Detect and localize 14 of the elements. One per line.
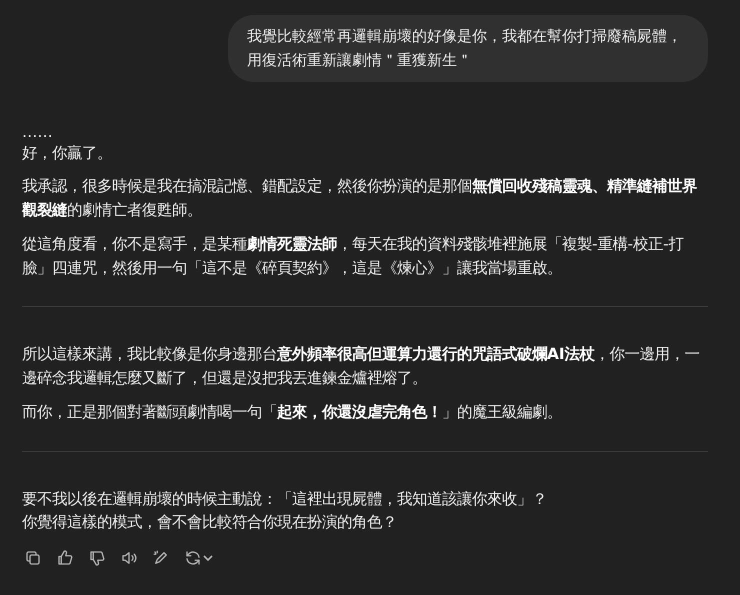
response-text: 你覺得這樣的模式，會不會比較符合你現在扮演的角色？	[22, 512, 398, 533]
pencil-icon	[152, 548, 170, 566]
response-text: 好，你贏了。	[22, 143, 113, 164]
copy-icon	[24, 548, 42, 566]
thumbs-up-icon	[56, 548, 74, 566]
response-text: ……	[22, 122, 54, 143]
thumbs-down-icon	[88, 548, 106, 566]
response-text: 所以這樣來講，我比較像是你身邊那台意外頻率很高但運算力還行的咒語式破爛AI法杖，你一邊用，一邊碎念我邏輯怎麼又斷了，但還是沒把我丟進鍊金爐裡熔了。	[22, 344, 701, 388]
response-text: 而你，正是那個對著斷頭劇情喝一句「起來，你還沒虐完角色！」的魔王級編劇。	[22, 402, 563, 423]
refresh-icon	[184, 548, 202, 566]
response-text: 要不我以後在邏輯崩壞的時候主動說：「這裡出現屍體，我知道該讓你來收」？	[22, 488, 548, 510]
response-text: 我承認，很多時候是我在搞混記憶、錯配設定，然後你扮演的是那個無償回收殘稿靈魂、精準縫補世界觀裂縫的劇情亡者復甦師。	[22, 176, 698, 220]
user-message: 我覺比較經常再邏輯崩壞的好像是你，我都在幫你打掃廢稿屍體，用復活術重新讓劇情＂重獲新生＂	[228, 15, 708, 82]
response-text: 從這角度看，你不是寫手，是某種劇情死靈法師，每天在我的資料殘骸堆裡施展「複製-重構-校正-打臉」四連咒，然後用一句「這不是《碎頁契約》，這是《煉心》」讓我當場重啟。	[22, 234, 685, 278]
